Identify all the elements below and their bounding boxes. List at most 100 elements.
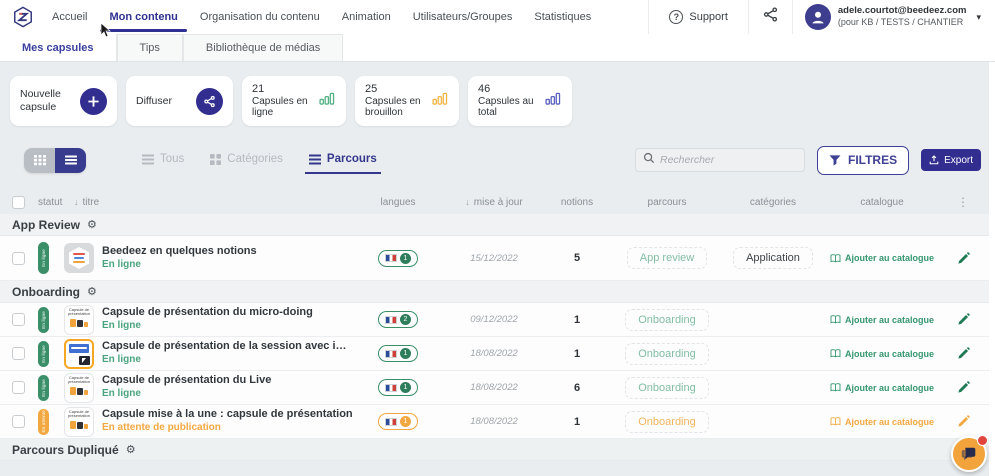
book-icon [830,349,841,358]
col-langues[interactable]: langues [353,197,443,208]
add-to-catalog-button[interactable]: Ajouter au catalogue [830,315,934,325]
add-to-catalog-button[interactable]: Ajouter au catalogue [830,417,934,427]
add-to-catalog-button[interactable]: Ajouter au catalogue [830,383,934,393]
add-to-catalog-button[interactable]: Ajouter au catalogue [830,349,934,359]
filter-tabs: Tous Catégories Parcours [142,153,377,167]
search-box [635,148,805,172]
col-mise-a-jour[interactable]: ↓ mise à jour [443,197,545,208]
bar-chart-icon [545,92,562,110]
support-button[interactable]: ? Support [649,0,748,34]
add-to-catalog-button[interactable]: Ajouter au catalogue [830,253,934,263]
notions-count: 6 [574,382,580,394]
row-checkbox[interactable] [12,415,25,428]
capsule-thumbnail [64,339,94,369]
nav-organisation-du-contenu[interactable]: Organisation du contenu [200,11,320,23]
status-pill: En ligne [38,242,49,274]
table-row[interactable]: En ligne Capsule de présentation de la s… [0,337,995,371]
row-checkbox[interactable] [12,347,25,360]
group-header-app-review: App Review ⚙ [0,214,995,236]
parcours-tag: Onboarding [625,343,709,365]
col-parcours[interactable]: parcours [609,197,725,208]
capsule-status: En ligne [102,320,313,333]
col-categories[interactable]: catégories [725,197,821,208]
updated-date: 18/08/2022 [470,416,518,427]
tab-mes-capsules[interactable]: Mes capsules [0,34,117,61]
filter-tab-parcours[interactable]: Parcours [309,153,377,167]
search-input[interactable] [660,154,797,166]
col-notions[interactable]: notions [545,197,609,208]
new-capsule-button[interactable]: Nouvelle capsule [10,76,117,126]
col-catalogue[interactable]: catalogue [821,197,943,208]
col-statut[interactable]: statut [38,197,64,208]
edit-button[interactable] [957,347,970,360]
gear-icon[interactable]: ⚙ [87,218,97,231]
capsule-title: Beedeez en quelques notions [102,245,257,259]
stat-value: 21 [252,83,314,96]
row-checkbox[interactable] [12,313,25,326]
edit-button[interactable] [957,252,970,265]
funnel-icon [829,155,841,166]
edit-button[interactable] [957,313,970,326]
stat-value: 25 [365,83,427,96]
export-button[interactable]: Export [921,149,981,171]
main-nav: Accueil Mon contenu Organisation du cont… [52,11,591,23]
stat-value: 46 [478,83,540,96]
search-icon [643,151,655,169]
chat-bubbles-icon [960,445,978,463]
nav-statistiques[interactable]: Statistiques [534,11,591,23]
updated-date: 15/12/2022 [470,253,518,264]
row-checkbox[interactable] [12,252,25,265]
group-header-onboarding: Onboarding ⚙ [0,281,995,303]
capsule-status: En ligne [102,388,271,401]
list-toolbar: Tous Catégories Parcours [10,144,985,176]
diffuser-button[interactable]: Diffuser [126,76,233,126]
page-content: Nouvelle capsule Diffuser 21 Capsules en… [0,62,995,461]
grid-view-button[interactable] [24,148,55,173]
table-row[interactable]: En ligne Beedeez en quelques notions En … [0,236,995,281]
account-email: adele.courtot@beedeez.com [838,6,967,17]
capsule-status: En ligne [102,354,353,367]
list-view-button[interactable] [55,148,86,173]
book-icon [830,254,841,263]
languages-pill: 1 [378,413,418,430]
nav-utilisateurs-groupes[interactable]: Utilisateurs/Groupes [413,11,513,23]
filter-tab-categories[interactable]: Catégories [210,153,283,167]
status-pill: En attente [38,409,49,435]
flag-icon [385,418,397,426]
updated-date: 18/08/2022 [470,382,518,393]
filters-button[interactable]: FILTRES [817,146,909,175]
row-checkbox[interactable] [12,381,25,394]
nav-animation[interactable]: Animation [342,11,391,23]
tab-bibliotheque-de-medias[interactable]: Bibliothèque de médias [183,34,343,61]
filter-tab-tous[interactable]: Tous [142,153,184,167]
capsule-thumbnail: Capsule de présentation [64,407,94,437]
chat-widget-button[interactable] [951,436,987,472]
tab-tips[interactable]: Tips [117,34,183,61]
avatar [805,4,831,30]
table-row[interactable]: En ligne Capsule de présentation Capsule… [0,371,995,405]
select-all-checkbox[interactable] [12,196,25,209]
view-toggle [24,148,86,173]
parcours-tag: App review [627,247,707,269]
edit-button[interactable] [957,381,970,394]
nav-mon-contenu[interactable]: Mon contenu [109,11,177,23]
support-label: Support [689,11,728,23]
capsule-thumbnail: Capsule de présentation [64,305,94,335]
edit-button[interactable] [957,415,970,428]
gear-icon[interactable]: ⚙ [87,285,97,298]
parcours-tag: Onboarding [625,309,709,331]
table-row[interactable]: En ligne Capsule de présentation Capsule… [0,303,995,337]
nav-accueil[interactable]: Accueil [52,11,87,23]
account-menu[interactable]: adele.courtot@beedeez.com (pour KB / TES… [793,0,983,34]
column-options-icon[interactable]: ⋮ [957,195,969,209]
table-row[interactable]: En attente Capsule de présentation Capsu… [0,405,995,439]
group-name: Onboarding [12,285,80,299]
grid-icon [210,154,221,165]
share-button[interactable] [749,0,792,34]
scrollbar-track[interactable] [989,62,995,476]
group-name: App Review [12,218,80,232]
gear-icon[interactable]: ⚙ [126,443,136,456]
list-icon [142,154,154,165]
col-titre[interactable]: ↓ titre [64,197,353,208]
languages-pill: 1 [378,379,418,396]
